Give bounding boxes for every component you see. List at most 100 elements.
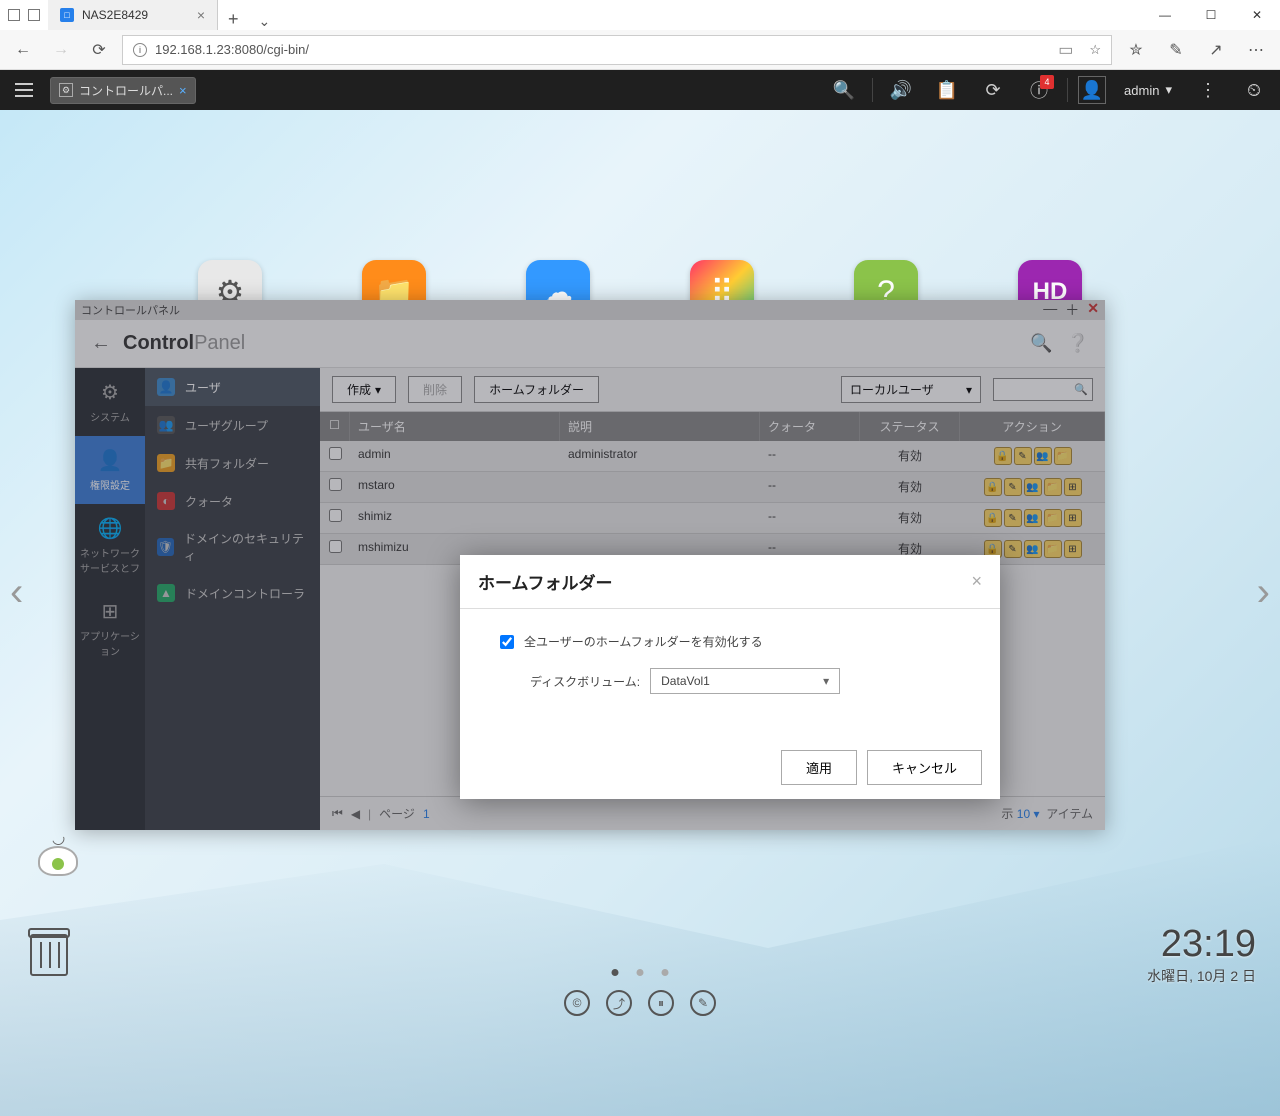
row-checkbox[interactable] xyxy=(329,540,342,553)
user-type-select[interactable]: ローカルユーザ▾ xyxy=(841,376,981,403)
cell-description xyxy=(560,503,760,533)
chevron-down-icon: ▾ xyxy=(1165,82,1172,98)
cp-maximize-icon[interactable]: ＋ xyxy=(1065,300,1079,320)
nav-refresh-button[interactable]: ⟳ xyxy=(84,35,114,65)
more-icon[interactable]: ⋯ xyxy=(1240,35,1272,65)
home-folder-button[interactable]: ホームフォルダー xyxy=(474,376,599,403)
app-icon xyxy=(28,9,40,21)
row-checkbox[interactable] xyxy=(329,447,342,460)
nav-forward-button[interactable]: → xyxy=(46,35,76,65)
assistant-robot[interactable]: ◡ xyxy=(28,846,88,906)
share-icon[interactable]: ↗ xyxy=(1200,35,1232,65)
clock: 23:19 水曜日, 10月 2 日 xyxy=(1147,923,1256,986)
user-icon[interactable]: 👤 xyxy=(1078,76,1106,104)
window-close-button[interactable]: ✕ xyxy=(1234,0,1280,30)
cp-title: ControlPanel xyxy=(123,332,245,355)
cell-status: 有効 xyxy=(860,472,960,502)
cp-search-icon[interactable]: 🔍 xyxy=(1030,333,1052,354)
cp-nav-system[interactable]: ⚙システム xyxy=(75,368,145,436)
tab-close-icon[interactable]: × xyxy=(197,7,205,23)
cp-nav-privileges[interactable]: 👤権限設定 xyxy=(75,436,145,504)
browser-tab[interactable]: □ NAS2E8429 × xyxy=(48,0,218,30)
dock-icon[interactable]: ✎ xyxy=(690,990,716,1016)
action-icons[interactable]: 🔒✎👥📁 xyxy=(968,447,1097,465)
cp-minimize-icon[interactable]: — xyxy=(1043,300,1057,320)
action-icons[interactable]: 🔒✎👥📁⊞ xyxy=(968,509,1097,527)
new-tab-button[interactable]: + xyxy=(218,9,249,30)
pager: ⏮ ◀ | ページ 1 示 10 ▾ アイテム xyxy=(320,796,1105,830)
col-quota[interactable]: クォータ xyxy=(760,412,860,441)
cancel-button[interactable]: キャンセル xyxy=(867,750,982,785)
cp-subnav-domainctrl[interactable]: ▲ドメインコントローラ xyxy=(145,574,320,612)
more-icon[interactable]: ⋮ xyxy=(1190,72,1226,108)
chevron-down-icon[interactable]: ▾ xyxy=(1033,807,1039,821)
apply-button[interactable]: 適用 xyxy=(781,750,857,785)
dock-icon[interactable]: ⏸ xyxy=(648,990,674,1016)
favorites-icon[interactable]: ✮ xyxy=(1120,35,1152,65)
desktop-next-icon[interactable]: › xyxy=(1257,570,1270,615)
cp-back-icon[interactable]: ← xyxy=(91,332,111,355)
cp-subnav-usergroup[interactable]: 👥ユーザグループ xyxy=(145,406,320,444)
notifications-icon[interactable]: ⓘ4 xyxy=(1021,72,1057,108)
table-row[interactable]: shimiz--有効🔒✎👥📁⊞ xyxy=(320,503,1105,534)
favorite-star-icon[interactable]: ☆ xyxy=(1089,42,1101,58)
chevron-down-icon: ▾ xyxy=(375,383,381,397)
cp-subnav-user[interactable]: 👤ユーザ xyxy=(145,368,320,406)
menu-icon[interactable] xyxy=(8,74,40,106)
dashboard-icon[interactable]: ⏲ xyxy=(1236,72,1272,108)
pager-prev-icon[interactable]: ◀ xyxy=(351,807,360,821)
cp-close-icon[interactable]: ✕ xyxy=(1087,300,1099,320)
page-indicator[interactable] xyxy=(612,969,669,976)
tasks-icon[interactable]: 📋 xyxy=(929,72,965,108)
search-icon[interactable]: 🔍 xyxy=(826,72,862,108)
reading-icon[interactable]: ▭ xyxy=(1058,40,1073,60)
cp-subnav-domainsec[interactable]: 🛡ドメインのセキュリティ xyxy=(145,520,320,574)
dock-icon[interactable]: ⤴ xyxy=(606,990,632,1016)
cell-quota: -- xyxy=(760,503,860,533)
cp-nav-application[interactable]: ⊞アプリケーション xyxy=(75,587,145,670)
modal-close-icon[interactable]: × xyxy=(971,571,982,592)
tab-title: NAS2E8429 xyxy=(82,8,148,22)
dock-icon[interactable]: © xyxy=(564,990,590,1016)
modal-title: ホームフォルダー xyxy=(478,569,612,594)
cp-subnav-sharedfolder[interactable]: 📁共有フォルダー xyxy=(145,444,320,482)
tab-overflow-icon[interactable]: ⌄ xyxy=(249,13,281,30)
create-button[interactable]: 作成▾ xyxy=(332,376,396,403)
chevron-down-icon: ▾ xyxy=(966,383,972,397)
row-checkbox[interactable] xyxy=(329,509,342,522)
cp-subnav-quota[interactable]: ◐クォータ xyxy=(145,482,320,520)
pager-first-icon[interactable]: ⏮ xyxy=(332,806,343,821)
cp-titlebar[interactable]: コントロールパネル — ＋ ✕ xyxy=(75,300,1105,320)
trash-icon[interactable] xyxy=(30,934,68,976)
nas-topbar: ⚙ コントロールパ... × 🔍 🔊 📋 ⟳ ⓘ4 👤 admin ▾ ⋮ ⏲ xyxy=(0,70,1280,110)
notes-icon[interactable]: ✎ xyxy=(1160,35,1192,65)
devices-icon[interactable]: ⟳ xyxy=(975,72,1011,108)
app-pill-label: コントロールパ... xyxy=(79,82,173,99)
row-checkbox[interactable] xyxy=(329,478,342,491)
pager-page-input[interactable]: 1 xyxy=(423,807,430,821)
search-input[interactable] xyxy=(993,378,1093,401)
volume-icon[interactable]: 🔊 xyxy=(883,72,919,108)
delete-button[interactable]: 削除 xyxy=(408,376,462,403)
col-status[interactable]: ステータス xyxy=(860,412,960,441)
nav-back-button[interactable]: ← xyxy=(8,35,38,65)
cp-help-icon[interactable]: ❔ xyxy=(1067,333,1089,354)
site-info-icon[interactable]: i xyxy=(133,43,147,57)
col-description[interactable]: 説明 xyxy=(560,412,760,441)
pager-pagesize[interactable]: 10 xyxy=(1017,807,1030,821)
app-pill[interactable]: ⚙ コントロールパ... × xyxy=(50,77,196,104)
url-bar[interactable]: i 192.168.1.23:8080/cgi-bin/ ▭ ☆ xyxy=(122,35,1112,65)
desktop-prev-icon[interactable]: ‹ xyxy=(10,570,23,615)
window-minimize-button[interactable]: — xyxy=(1142,0,1188,30)
disk-volume-select[interactable]: DataVol1 xyxy=(650,668,840,694)
action-icons[interactable]: 🔒✎👥📁⊞ xyxy=(968,478,1097,496)
pill-close-icon[interactable]: × xyxy=(179,83,187,98)
table-row[interactable]: mstaro--有効🔒✎👥📁⊞ xyxy=(320,472,1105,503)
enable-home-checkbox[interactable] xyxy=(500,635,514,649)
table-row[interactable]: adminadministrator--有効🔒✎👥📁 xyxy=(320,441,1105,472)
col-username[interactable]: ユーザ名 xyxy=(350,412,560,441)
window-maximize-button[interactable]: ☐ xyxy=(1188,0,1234,30)
user-menu[interactable]: admin ▾ xyxy=(1116,82,1180,98)
select-all-checkbox[interactable]: ☐ xyxy=(320,412,350,441)
cp-nav-network[interactable]: 🌐ネットワークサービスとフ xyxy=(75,504,145,587)
